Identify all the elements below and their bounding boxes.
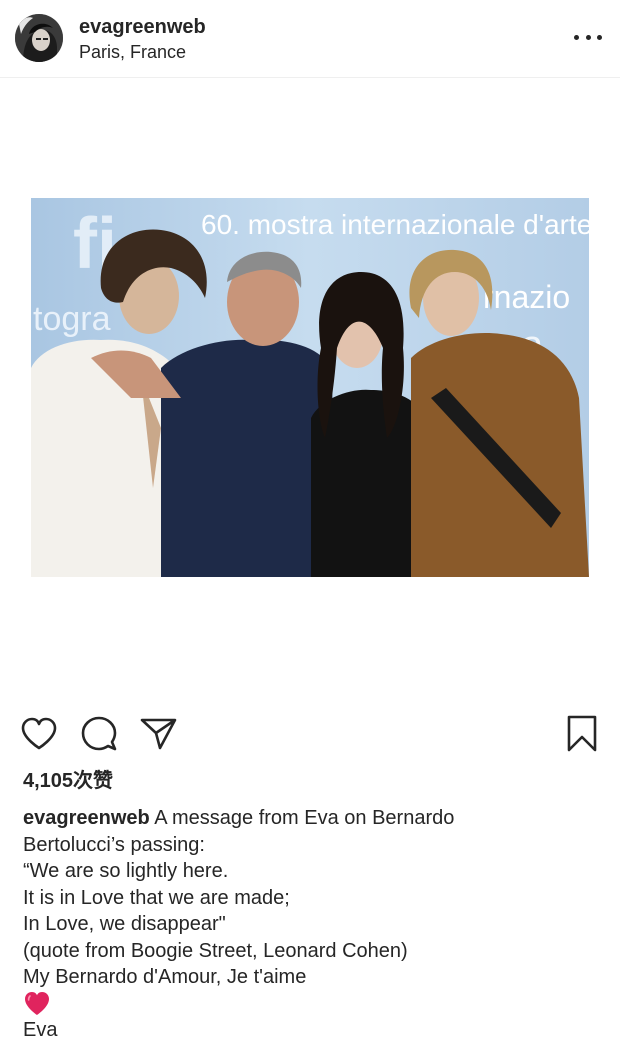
caption-line: It is in Love that we are made;	[23, 886, 290, 909]
more-dots-icon[interactable]	[574, 25, 602, 49]
comment-button[interactable]	[77, 712, 121, 756]
header-username[interactable]: evagreenweb	[79, 15, 206, 39]
caption-line: Bertolucci’s passing:	[23, 833, 205, 856]
caption-username[interactable]: evagreenweb	[23, 807, 150, 829]
caption-line: “We are so lightly here.	[23, 860, 229, 882]
heart-icon	[20, 717, 58, 751]
share-button[interactable]	[137, 712, 181, 756]
more-dot	[597, 34, 602, 40]
caption-line: In Love, we disappear"	[23, 913, 226, 935]
like-button[interactable]	[17, 712, 61, 756]
bookmark-icon	[566, 715, 598, 753]
svg-text:rnazio: rnazio	[483, 279, 570, 315]
more-dot	[574, 34, 579, 40]
header-location[interactable]: Paris, France	[79, 42, 186, 62]
post-header: evagreenweb Paris, France	[0, 0, 620, 78]
caption-line: (quote from Boogie Street, Leonard Cohen…	[23, 939, 408, 962]
post-media[interactable]: fi togra 60. mostra internazionale d'art…	[0, 79, 620, 699]
photo-banner-text: 60. mostra internazionale d'arte	[201, 209, 589, 240]
comment-icon	[81, 716, 117, 752]
likes-count[interactable]: 4,105次赞	[23, 768, 113, 794]
caption-first-line-text: A message from Eva on Bernardo	[154, 807, 455, 829]
post-photo[interactable]: fi togra 60. mostra internazionale d'art…	[31, 198, 589, 577]
caption-first-line: evagreenweb A message from Eva on Bernar…	[23, 805, 603, 832]
more-dot	[585, 34, 591, 40]
post-caption: evagreenweb A message from Eva on Bernar…	[23, 805, 603, 1043]
save-button[interactable]	[560, 712, 604, 756]
caption-line: My Bernardo d'Amour, Je t'aime	[23, 966, 307, 988]
red-heart-icon	[24, 991, 50, 1017]
action-bar	[0, 712, 620, 760]
svg-text:togra: togra	[33, 300, 111, 338]
avatar[interactable]	[15, 14, 63, 62]
caption-signature: Eva	[23, 1018, 58, 1041]
paper-plane-icon	[140, 717, 178, 751]
